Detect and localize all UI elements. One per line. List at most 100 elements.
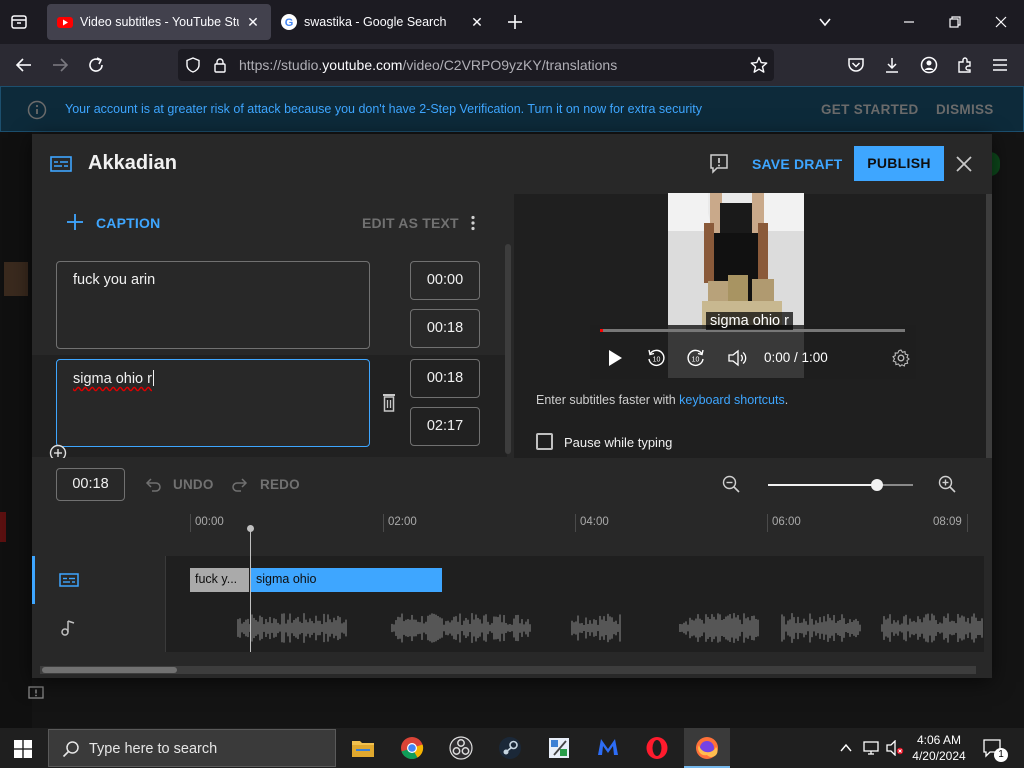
minimize-icon[interactable] [901, 14, 917, 30]
show-hidden-icons-icon[interactable] [839, 741, 853, 755]
ruler-label: 08:09 [933, 516, 962, 528]
keyboard-shortcuts-link[interactable]: keyboard shortcuts [679, 393, 785, 407]
windows-start-icon[interactable] [14, 740, 32, 758]
caption-text-input-active[interactable]: sigma ohio r [56, 359, 370, 447]
feedback-icon[interactable] [710, 154, 728, 174]
caption-text-input[interactable]: fuck you arin [56, 261, 370, 349]
settings-gear-icon[interactable] [892, 349, 910, 367]
extensions-icon[interactable] [956, 56, 974, 74]
restore-icon[interactable] [947, 14, 963, 30]
steam-icon[interactable] [497, 735, 523, 761]
google-icon: G [281, 14, 297, 30]
tab-youtube-studio[interactable]: Video subtitles - YouTube Studi ✕ [47, 4, 271, 40]
taskbar-clock[interactable]: 4:06 AM 4/20/2024 [910, 732, 968, 764]
clock-date: 4/20/2024 [912, 749, 966, 763]
menu-icon[interactable] [992, 56, 1008, 74]
network-icon[interactable] [863, 740, 881, 756]
timeline-caption-clip-selected[interactable]: sigma ohio [250, 568, 442, 592]
save-draft-button[interactable]: SAVE DRAFT [752, 156, 842, 172]
opera-icon[interactable] [644, 735, 670, 761]
close-icon[interactable] [955, 155, 973, 173]
caption-end-time[interactable]: 00:18 [410, 309, 480, 348]
caption-track[interactable] [32, 556, 984, 604]
publish-button[interactable]: PUBLISH [854, 146, 944, 181]
feedback-icon[interactable] [28, 686, 44, 702]
firefox-icon [694, 735, 720, 761]
more-options-icon[interactable] [470, 215, 476, 231]
obs-icon[interactable] [448, 735, 474, 761]
ruler-label: 06:00 [772, 516, 801, 528]
back-icon[interactable] [15, 56, 33, 74]
url-text[interactable]: https://studio.youtube.com/video/C2VRPO9… [239, 57, 617, 73]
captions-scrollbar[interactable] [505, 244, 511, 454]
shield-icon[interactable] [185, 57, 201, 73]
hint-suffix: . [784, 393, 789, 407]
chrome-icon[interactable] [399, 735, 425, 761]
account-icon[interactable] [920, 56, 938, 74]
pocket-icon[interactable] [847, 56, 865, 74]
url-domain: youtube.com [322, 57, 403, 73]
redo-icon[interactable] [231, 475, 249, 493]
taskbar-search-box[interactable]: Type here to search [48, 729, 336, 767]
timeline-scrollbar-thumb[interactable] [42, 667, 177, 673]
bookmark-star-icon[interactable] [750, 56, 768, 74]
file-explorer-icon[interactable] [350, 735, 376, 761]
volume-muted-icon[interactable] [886, 740, 904, 756]
close-tab-icon[interactable]: ✕ [245, 14, 261, 30]
rewind-10-icon[interactable]: 10 [646, 348, 666, 368]
caption-start-time[interactable]: 00:18 [410, 359, 480, 398]
clock-time: 4:06 AM [916, 733, 962, 747]
caption-track-header [32, 556, 166, 604]
youtube-icon [57, 14, 73, 30]
list-all-tabs-icon[interactable] [817, 14, 833, 30]
plus-icon[interactable] [66, 213, 84, 231]
new-tab-icon[interactable] [506, 13, 524, 31]
zoom-slider-thumb[interactable] [870, 479, 883, 491]
caption-end-time[interactable]: 02:17 [410, 407, 480, 446]
forward-10-icon[interactable]: 10 [686, 348, 706, 368]
undo-icon[interactable] [144, 475, 162, 493]
reload-icon[interactable] [87, 56, 105, 74]
delete-icon[interactable] [382, 394, 396, 412]
forward-icon[interactable] [51, 56, 69, 74]
playhead[interactable] [247, 525, 254, 652]
zoom-in-icon[interactable] [938, 475, 956, 493]
close-window-icon[interactable] [993, 14, 1009, 30]
svg-text:10: 10 [653, 357, 661, 364]
zoom-out-icon[interactable] [722, 475, 740, 493]
malwarebytes-icon[interactable] [595, 735, 621, 761]
timeline-scrollbar[interactable] [40, 666, 976, 674]
undo-button[interactable]: UNDO [173, 477, 214, 492]
subtitles-icon [50, 156, 72, 172]
current-time-field[interactable]: 00:18 [56, 468, 125, 501]
paint-icon[interactable] [546, 735, 572, 761]
add-caption-button[interactable]: CAPTION [96, 215, 160, 231]
volume-icon[interactable] [727, 349, 747, 367]
ruler-label: 02:00 [388, 516, 417, 528]
edit-as-text-button[interactable]: EDIT AS TEXT [362, 215, 459, 231]
close-tab-icon[interactable]: ✕ [469, 14, 485, 30]
preview-scrollbar[interactable] [986, 194, 992, 458]
video-time: 0:00 / 1:00 [764, 350, 828, 365]
get-started-button[interactable]: GET STARTED [821, 102, 919, 117]
pause-while-typing-checkbox[interactable] [536, 433, 553, 450]
lock-icon[interactable] [212, 57, 228, 73]
caption-text: sigma ohio r [73, 371, 152, 387]
dismiss-button[interactable]: DISMISS [936, 102, 994, 117]
taskbar-search-placeholder: Type here to search [89, 741, 218, 757]
video-progress-fill [600, 329, 604, 332]
timeline-caption-clip[interactable]: fuck y... [190, 568, 249, 592]
caption-start-time[interactable]: 00:00 [410, 261, 480, 300]
firefox-taskbar-active[interactable] [684, 728, 730, 768]
ruler-label: 04:00 [580, 516, 609, 528]
downloads-icon[interactable] [883, 56, 901, 74]
studio-sidebar-dimmed [0, 132, 32, 728]
tab-google-search[interactable]: G swastika - Google Search ✕ [271, 4, 495, 40]
subtitles-track-icon [59, 573, 79, 587]
redo-button[interactable]: REDO [260, 477, 300, 492]
play-icon[interactable] [608, 350, 622, 366]
tab-list-icon[interactable] [10, 13, 28, 31]
tab-title: swastika - Google Search [304, 15, 447, 29]
sidebar-active-indicator [0, 512, 6, 542]
url-bar[interactable]: https://studio.youtube.com/video/C2VRPO9… [178, 49, 774, 81]
